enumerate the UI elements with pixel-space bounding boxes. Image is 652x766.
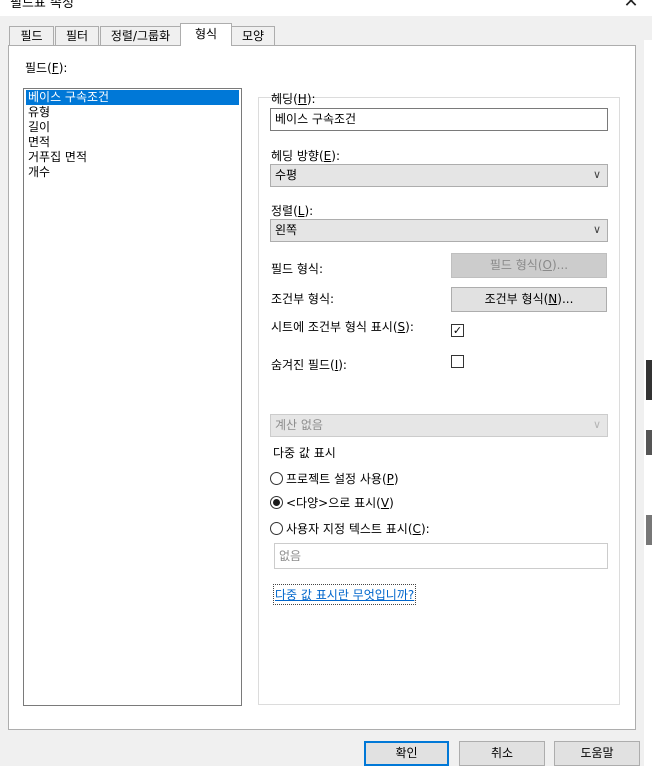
radio-custom-text[interactable]	[270, 522, 283, 535]
tab-sorting-grouping[interactable]: 정렬/그룹화	[100, 26, 181, 45]
field-format-button[interactable]: 필드 형식(O)...	[451, 253, 607, 278]
tab-formatting[interactable]: 형식	[180, 23, 232, 46]
fields-label: 필드(F):	[25, 61, 68, 75]
heading-label: 헤딩(H):	[271, 92, 316, 106]
alignment-select[interactable]: 왼쪽 ∨	[270, 219, 608, 242]
ok-button[interactable]: 확인	[364, 741, 449, 766]
help-link-multiple-values[interactable]: 다중 값 표시란 무엇입니까?	[272, 584, 417, 605]
list-item[interactable]: 면적	[26, 135, 239, 150]
background-artifact	[646, 515, 652, 545]
background-artifact	[646, 360, 652, 400]
help-button[interactable]: 도움말	[554, 741, 640, 766]
tab-fields[interactable]: 필드	[9, 26, 54, 45]
background-artifact	[646, 430, 652, 455]
close-icon[interactable]: ✕	[622, 0, 640, 11]
radio-custom-text-label: 사용자 지정 텍스트 표시(C):	[286, 522, 430, 536]
radio-project-settings[interactable]	[270, 472, 283, 485]
window-title: 필드표 속성	[10, 0, 74, 11]
tab-appearance[interactable]: 모양	[231, 26, 275, 45]
hidden-field-checkbox[interactable]	[451, 355, 464, 368]
field-format-label: 필드 형식:	[271, 262, 324, 276]
alignment-label: 정렬(L):	[271, 204, 314, 218]
heading-orientation-select[interactable]: 수평 ∨	[270, 164, 608, 187]
conditional-format-button[interactable]: 조건부 형식(N)...	[451, 287, 607, 312]
tab-filter[interactable]: 필터	[55, 26, 99, 45]
cancel-button[interactable]: 취소	[459, 741, 545, 766]
multi-value-display-label: 다중 값 표시	[273, 446, 336, 460]
chevron-down-icon: ∨	[592, 418, 601, 431]
list-item[interactable]: 유형	[26, 105, 239, 120]
list-item[interactable]: 베이스 구속조건	[26, 90, 239, 105]
fields-listbox[interactable]: 베이스 구속조건 유형 길이 면적 거푸집 면적 개수	[23, 88, 242, 706]
list-item[interactable]: 길이	[26, 120, 239, 135]
show-conditional-format-checkbox[interactable]: ✓	[451, 324, 464, 337]
heading-orientation-label: 헤딩 방향(E):	[271, 149, 340, 163]
custom-text-input[interactable]: 없음	[274, 543, 608, 569]
calculation-select[interactable]: 계산 없음 ∨	[270, 414, 608, 437]
list-item[interactable]: 개수	[26, 165, 239, 180]
radio-project-settings-label: 프로젝트 설정 사용(P)	[286, 472, 399, 486]
background-window-edge	[644, 40, 652, 766]
heading-input[interactable]: 베이스 구속조건	[270, 108, 608, 131]
radio-show-varies[interactable]	[270, 496, 283, 509]
list-item[interactable]: 거푸집 면적	[26, 150, 239, 165]
title-bar: 필드표 속성 ✕	[0, 0, 652, 16]
radio-show-varies-label: <다양>으로 표시(V)	[286, 496, 394, 510]
conditional-format-label: 조건부 형식:	[271, 292, 335, 306]
chevron-down-icon: ∨	[592, 223, 601, 236]
format-group-box	[258, 97, 620, 705]
formatting-tab-page: 필드(F): 베이스 구속조건 유형 길이 면적 거푸집 면적 개수 헤딩(H)…	[8, 45, 636, 730]
chevron-down-icon: ∨	[592, 168, 601, 181]
hidden-field-label: 숨겨진 필드(I):	[271, 358, 347, 372]
show-conditional-format-label: 시트에 조건부 형식 표시(S):	[271, 320, 414, 334]
